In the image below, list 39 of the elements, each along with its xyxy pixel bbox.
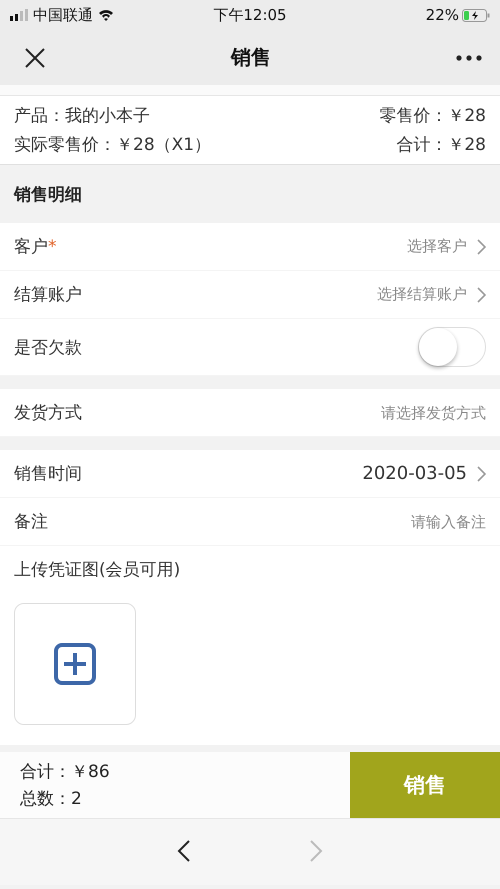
row-label: 结算账户 [14, 284, 83, 306]
chevron-right-icon [477, 286, 486, 302]
row-value: 2020-03-05 [362, 463, 467, 484]
signal-icon [10, 9, 28, 21]
chevron-left-icon [177, 838, 191, 862]
form-row[interactable]: 结算账户 选择结算账户 [0, 271, 500, 319]
status-time: 下午12:05 [213, 6, 287, 24]
wifi-icon [98, 9, 114, 21]
row-label: 备注 [14, 511, 49, 533]
more-icon[interactable] [456, 54, 482, 60]
chevron-right-icon [309, 838, 323, 862]
row-label: 发货方式 [14, 402, 83, 424]
upload-button[interactable] [14, 603, 136, 725]
row-label: 客户* [14, 236, 58, 258]
row-placeholder: 选择结算账户 [377, 285, 467, 304]
input-field[interactable]: 请输入备注 [286, 512, 486, 530]
close-icon[interactable] [24, 46, 46, 68]
chevron-right-icon [477, 466, 486, 482]
row-placeholder: 选择客户 [407, 237, 467, 256]
toggle-switch[interactable] [418, 327, 486, 367]
row-label: 是否欠款 [14, 336, 83, 358]
battery-percent: 22% [426, 6, 459, 24]
add-icon [53, 642, 97, 686]
retail-price: 零售价：￥28 [379, 105, 486, 127]
page-title: 销售 [231, 44, 271, 71]
battery-icon [462, 8, 490, 22]
section-title: 销售明细 [14, 184, 82, 206]
product-name: 产品：我的小本子 [14, 105, 151, 127]
upload-label: 上传凭证图(会员可用) [14, 559, 180, 581]
subtotal: 合计：￥28 [395, 134, 486, 156]
input-field[interactable]: 请选择发货方式 [286, 404, 486, 422]
actual-price: 实际零售价：￥28（X1） [14, 134, 212, 156]
total-count: 总数：2 [20, 788, 83, 810]
form-row[interactable]: 客户* 选择客户 [0, 223, 500, 271]
carrier-name: 中国联通 [33, 6, 93, 24]
total-amount: 合计：￥86 [20, 761, 111, 783]
row-label: 销售时间 [14, 463, 83, 485]
form-row[interactable]: 销售时间 2020-03-05 [0, 450, 500, 498]
chevron-right-icon [477, 238, 486, 254]
